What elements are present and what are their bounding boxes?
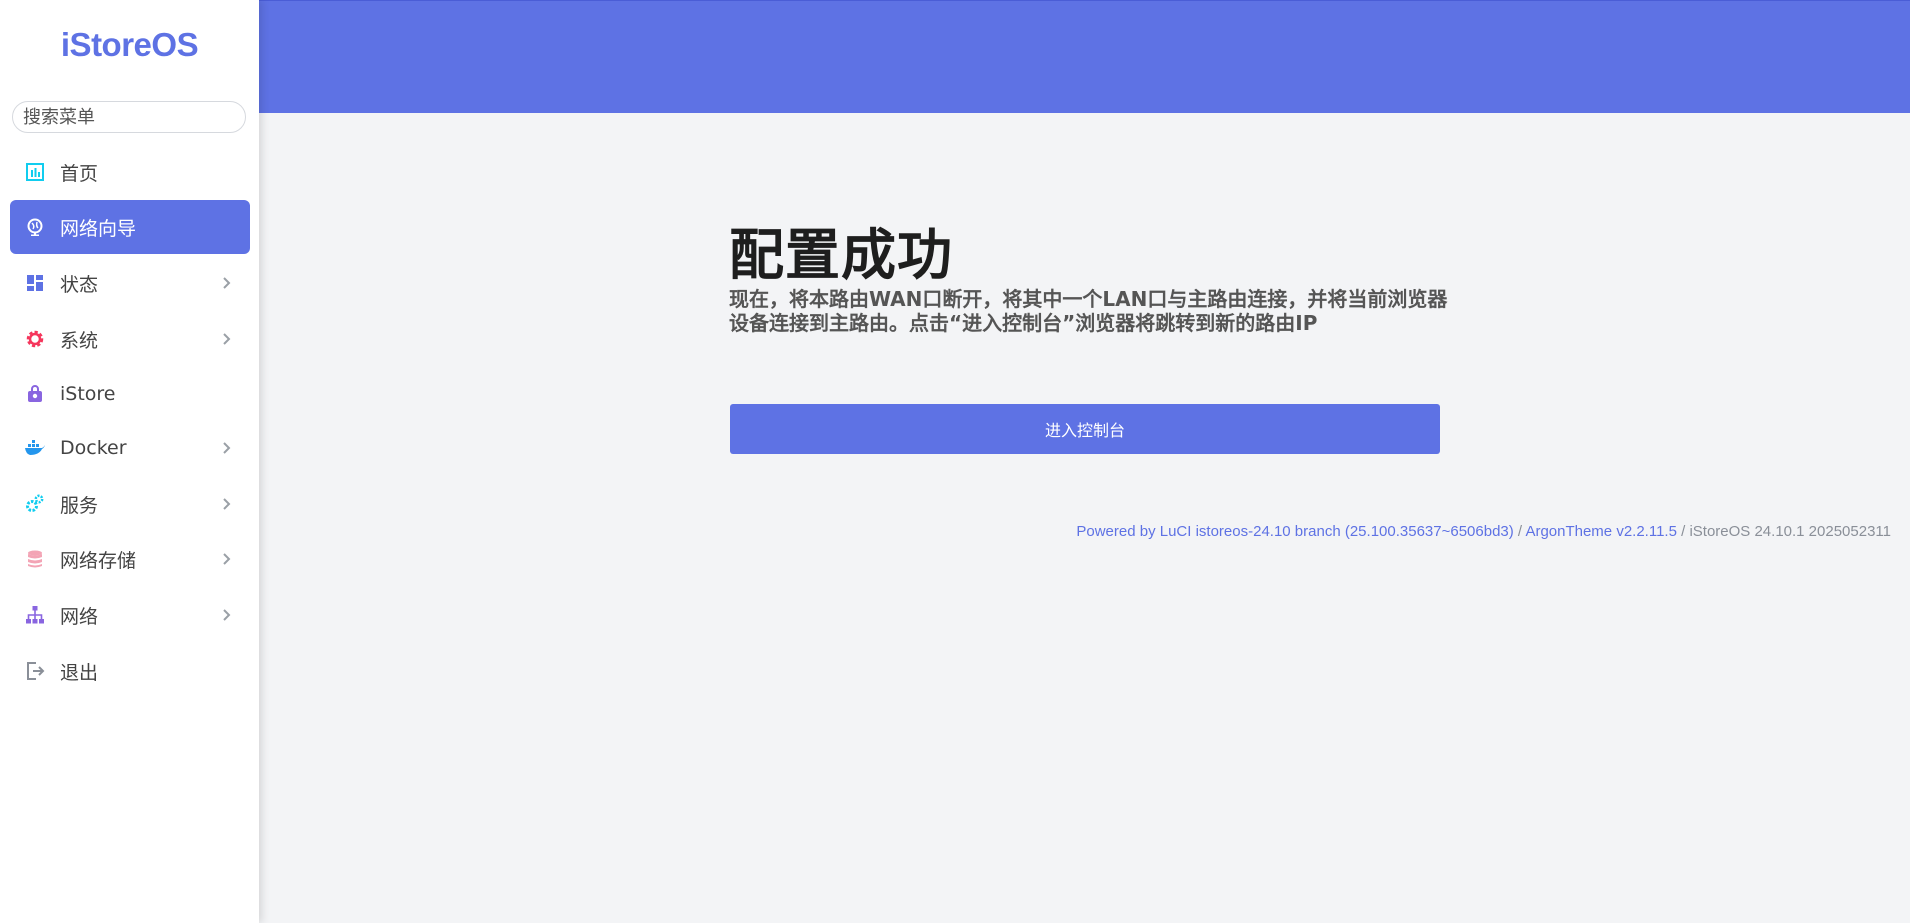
network-icon — [24, 604, 46, 626]
os-version: iStoreOS 24.10.1 2025052311 — [1689, 523, 1891, 540]
logout-icon — [24, 660, 46, 682]
sidebar-item-status[interactable]: 状态 — [10, 256, 250, 310]
chevron-right-icon — [218, 495, 236, 513]
sidebar-item-system[interactable]: 系统 — [10, 312, 250, 366]
sidebar-item-label: 网络存储 — [60, 549, 137, 572]
sidebar-item-label: 网络向导 — [60, 217, 137, 240]
chevron-right-icon — [218, 550, 236, 568]
sidebar-item-label: 系统 — [60, 329, 99, 352]
sidebar-item-label: 退出 — [60, 661, 99, 684]
sidebar-item-label: iStore — [60, 383, 116, 405]
docker-icon — [24, 437, 46, 459]
theme-link[interactable]: ArgonTheme v2.2.11.5 — [1525, 523, 1676, 540]
footer-separator: / — [1681, 523, 1686, 540]
chevron-right-icon — [218, 606, 236, 624]
sidebar-item-label: 首页 — [60, 162, 99, 185]
database-icon — [24, 548, 46, 570]
success-description: 现在，将本路由WAN口断开，将其中一个LAN口与主路由连接，并将当前浏览器设备连… — [729, 287, 1448, 335]
sidebar-item-services[interactable]: 服务 — [10, 477, 250, 531]
top-header-bar — [259, 0, 1910, 113]
luci-link[interactable]: Powered by LuCI istoreos-24.10 branch (2… — [1076, 523, 1513, 540]
sidebar-item-home[interactable]: 首页 — [10, 145, 250, 199]
chevron-right-icon — [218, 330, 236, 348]
search-input[interactable] — [12, 101, 246, 133]
chevron-right-icon — [218, 439, 236, 457]
footer-separator: / — [1517, 523, 1523, 540]
sidebar-item-logout[interactable]: 退出 — [10, 644, 250, 698]
enter-console-button[interactable]: 进入控制台 — [730, 404, 1440, 454]
gear-icon — [24, 328, 46, 350]
sidebar-item-network[interactable]: 网络 — [10, 588, 250, 642]
sidebar-item-docker[interactable]: Docker — [10, 421, 250, 475]
sidebar-item-istore[interactable]: iStore — [10, 367, 250, 421]
footer: Powered by LuCI istoreos-24.10 branch (2… — [1076, 523, 1891, 540]
sidebar-item-network-wizard[interactable]: 网络向导 — [10, 200, 250, 254]
grid-icon — [24, 272, 46, 294]
sidebar-item-label: Docker — [60, 437, 127, 459]
chevron-right-icon — [218, 274, 236, 292]
sidebar-item-label: 服务 — [60, 494, 99, 517]
sidebar-item-label: 网络 — [60, 605, 99, 628]
sidebar: iStoreOS 首页 网络向导 状态 系统 iStore — [0, 0, 259, 923]
brand-logo[interactable]: iStoreOS — [0, 26, 259, 64]
globe-icon — [24, 216, 46, 238]
sidebar-item-label: 状态 — [60, 273, 99, 296]
cogs-icon — [24, 493, 46, 515]
dashboard-icon — [24, 161, 46, 183]
store-bag-icon — [24, 383, 46, 405]
sidebar-item-network-storage[interactable]: 网络存储 — [10, 532, 250, 586]
page-title: 配置成功 — [729, 223, 954, 287]
